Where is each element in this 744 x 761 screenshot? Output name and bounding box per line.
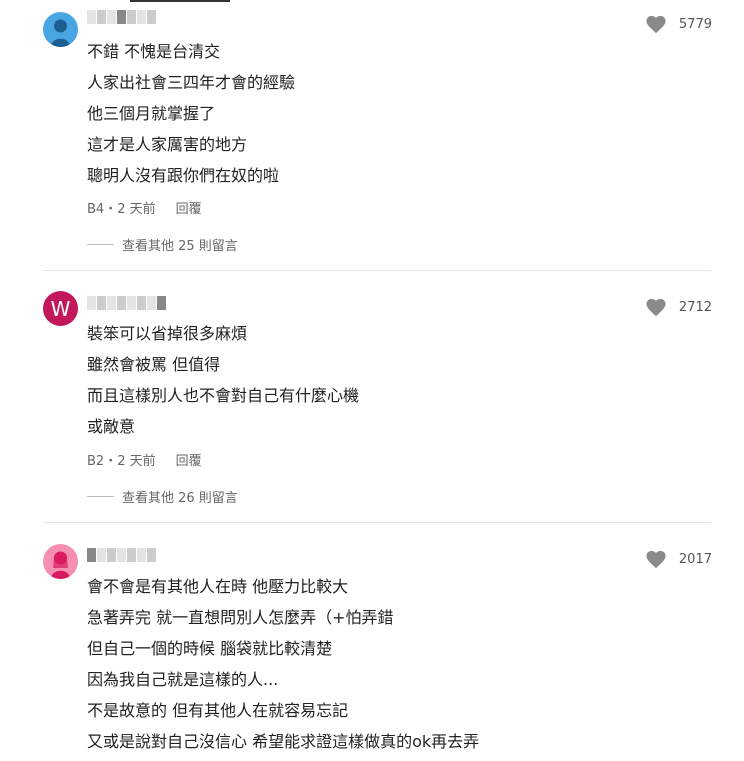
like-button[interactable]: 2712 <box>645 297 712 317</box>
comment-line: 因為我自己就是這樣的人... <box>87 670 279 689</box>
dash-divider <box>87 244 114 245</box>
comment-line: 雖然會被罵 但值得 <box>87 355 221 374</box>
heart-icon <box>646 15 666 34</box>
like-count: 2017 <box>678 551 712 567</box>
like-count: 5779 <box>678 16 712 32</box>
username-blurred[interactable] <box>87 548 156 564</box>
like-count: 2712 <box>678 299 712 315</box>
dash-divider <box>87 496 114 497</box>
comment-body: 會不會是有其他人在時 他壓力比較大 急著弄完 就一直想問別人怎麼弄（+怕弄錯 但… <box>87 571 479 757</box>
comment-separator <box>43 270 711 271</box>
view-more-replies[interactable]: 查看其他 25 則留言 <box>87 235 238 254</box>
avatar[interactable] <box>43 544 78 579</box>
reply-button[interactable]: 回覆 <box>176 450 202 469</box>
comment-line: 裝笨可以省掉很多麻煩 <box>87 324 248 343</box>
comment-body: 不錯 不愧是台清交 人家出社會三四年才會的經驗 他三個月就掌握了 這才是人家厲害… <box>87 36 295 191</box>
comment-line: 或敵意 <box>87 417 136 436</box>
comment-line: 不錯 不愧是台清交 <box>87 42 221 61</box>
like-button[interactable]: 2017 <box>645 549 712 569</box>
avatar-letter: W <box>50 296 71 321</box>
person-icon <box>51 19 70 47</box>
comment-line: 會不會是有其他人在時 他壓力比較大 <box>87 577 349 596</box>
username-blurred[interactable] <box>87 296 166 312</box>
comment-line: 他三個月就掌握了 <box>87 104 216 123</box>
comment-line: 這才是人家厲害的地方 <box>87 135 248 154</box>
heart-icon <box>646 298 666 317</box>
top-divider <box>130 0 230 2</box>
comment-line: 急著弄完 就一直想問別人怎麼弄（+怕弄錯 <box>87 608 394 627</box>
comment-line: 聰明人沒有跟你們在奴的啦 <box>87 166 280 185</box>
comment-meta: B4・2 天前 回覆 <box>87 198 202 217</box>
comment-line: 不是故意的 但有其他人在就容易忘記 <box>87 701 349 720</box>
comment-meta: B2・2 天前 回覆 <box>87 450 202 469</box>
comment-separator <box>43 522 711 523</box>
username-blurred[interactable] <box>87 10 156 26</box>
heart-icon <box>646 550 666 569</box>
comment-line: 但自己一個的時候 腦袋就比較清楚 <box>87 639 333 658</box>
avatar[interactable] <box>43 12 78 47</box>
floor-time: B2・2 天前 <box>87 454 156 469</box>
view-more-replies[interactable]: 查看其他 26 則留言 <box>87 487 238 506</box>
comment-line: 又或是說對自己沒信心 希望能求證這樣做真的ok再去弄 <box>87 732 480 751</box>
person-icon <box>51 551 70 579</box>
avatar[interactable]: W <box>43 291 78 326</box>
floor-time: B4・2 天前 <box>87 202 156 217</box>
comment-line: 而且這樣別人也不會對自己有什麼心機 <box>87 386 360 405</box>
like-button[interactable]: 5779 <box>645 14 712 34</box>
reply-button[interactable]: 回覆 <box>176 198 202 217</box>
comment-line: 人家出社會三四年才會的經驗 <box>87 73 296 92</box>
comment-body: 裝笨可以省掉很多麻煩 雖然會被罵 但值得 而且這樣別人也不會對自己有什麼心機 或… <box>87 318 359 442</box>
view-more-label: 查看其他 25 則留言 <box>122 239 238 254</box>
view-more-label: 查看其他 26 則留言 <box>122 491 238 506</box>
